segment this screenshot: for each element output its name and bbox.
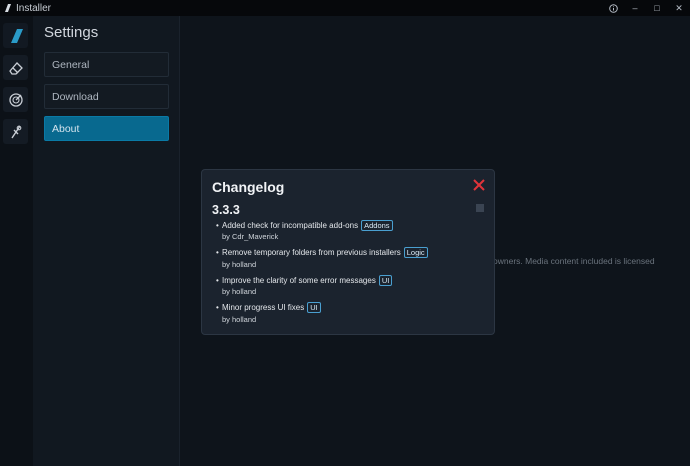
changelog-entry: • Remove temporary folders from previous … <box>216 247 471 275</box>
rail-button-aircraft[interactable] <box>3 23 28 48</box>
entry-text: Minor progress UI fixes <box>222 303 305 312</box>
window-title: Installer <box>16 2 52 14</box>
entry-tag: Addons <box>361 219 393 231</box>
radar-icon <box>8 92 23 107</box>
settings-item-label: About <box>52 122 80 135</box>
changelog-entry: • Added check for incompatible add-ons Add… <box>216 219 471 247</box>
changelog-version: 3.3.3 <box>212 203 240 217</box>
rail-button-tool[interactable] <box>3 119 28 144</box>
changelog-entries: • Added check for incompatible add-ons Add… <box>216 219 471 329</box>
rail-button-radar[interactable] <box>3 87 28 112</box>
entry-author: by holland <box>222 259 257 269</box>
changelog-entry: • Minor progress UI fixes UI by holland <box>216 302 471 330</box>
info-icon[interactable] <box>602 0 624 16</box>
window-controls: – □ ✕ <box>602 0 690 16</box>
maximize-button[interactable]: □ <box>646 0 668 16</box>
entry-text: Improve the clarity of some error messag… <box>222 275 376 285</box>
aircraft-tail-icon <box>10 28 23 43</box>
entry-author: by holland <box>222 314 257 324</box>
about-license-text: owners. Media content included is licens… <box>493 256 655 266</box>
app-logo-icon <box>5 4 11 12</box>
changelog-entry: • Improve the clarity of some error messa… <box>216 274 471 302</box>
entry-tag: Logic <box>403 247 428 258</box>
settings-panel: Settings General Download About <box>33 16 180 466</box>
entry-tag: UI <box>378 274 393 286</box>
minimize-button[interactable]: – <box>624 0 646 16</box>
entry-text: Remove temporary folders from previous i… <box>222 248 401 257</box>
settings-item-label: General <box>52 58 90 71</box>
eraser-icon <box>8 61 23 75</box>
entry-tag: UI <box>307 302 321 313</box>
changelog-modal: Changelog 3.3.3 • Added check for incompa… <box>201 169 495 335</box>
modal-title: Changelog <box>212 179 285 195</box>
scrollbar-thumb[interactable] <box>476 204 484 212</box>
rail-button-eraser[interactable] <box>3 55 28 80</box>
entry-author: by holland <box>222 287 257 296</box>
title-bar: Installer – □ ✕ <box>0 0 690 16</box>
close-window-button[interactable]: ✕ <box>668 0 690 16</box>
settings-heading: Settings <box>44 24 99 41</box>
tool-icon <box>10 125 21 138</box>
icon-rail <box>0 16 33 466</box>
settings-item-download[interactable]: Download <box>44 84 169 109</box>
settings-item-about[interactable]: About <box>44 116 169 141</box>
entry-author: by Cdr_Maverick <box>222 232 279 241</box>
settings-item-label: Download <box>52 90 99 103</box>
close-icon[interactable] <box>472 178 486 192</box>
entry-text: Added check for incompatible add-ons <box>222 220 359 230</box>
settings-item-general[interactable]: General <box>44 52 169 77</box>
